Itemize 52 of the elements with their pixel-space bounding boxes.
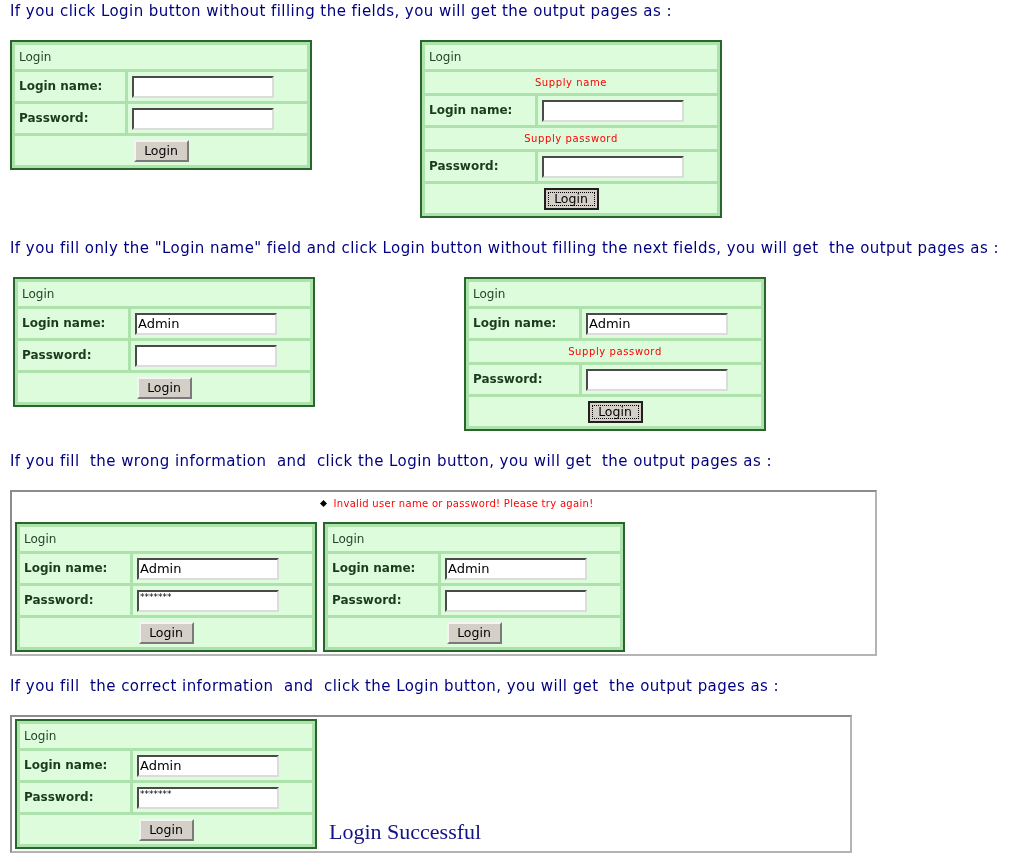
- field-label: Password:: [332, 593, 402, 608]
- input-field[interactable]: Admin: [137, 754, 279, 777]
- field-label: Password:: [429, 159, 499, 174]
- input-field[interactable]: Admin: [586, 312, 728, 335]
- input-field[interactable]: [542, 99, 684, 122]
- field-label: Login name:: [24, 758, 108, 773]
- form-title: Login: [22, 286, 55, 302]
- instruction-text: If you fill the correct information and click the Login button, you will get the output pages as :: [10, 677, 779, 695]
- form-title: Login: [429, 49, 462, 65]
- field-label: Password:: [473, 372, 543, 387]
- login-button[interactable]: Login: [138, 818, 194, 841]
- field-label: Password:: [19, 111, 89, 126]
- field-label: Login name:: [429, 103, 513, 118]
- field-label: Login name:: [24, 561, 108, 576]
- password-field[interactable]: [445, 589, 587, 612]
- form-title: Login: [24, 728, 57, 744]
- error-message: Supply password: [524, 132, 618, 145]
- input-field[interactable]: Admin: [137, 557, 279, 580]
- login-button[interactable]: Login: [587, 400, 643, 423]
- instruction-text: If you fill the wrong information and click the Login button, you will get the output pages as :: [10, 452, 772, 470]
- login-button[interactable]: Login: [138, 621, 194, 644]
- form-title: Login: [24, 531, 57, 547]
- login-button[interactable]: Login: [133, 139, 189, 162]
- login-button[interactable]: Login: [446, 621, 502, 644]
- input-field[interactable]: [132, 75, 274, 98]
- login-button[interactable]: Login: [136, 376, 192, 399]
- error-message: Invalid user name or password! Please try again!: [333, 497, 594, 510]
- password-field[interactable]: [542, 155, 684, 178]
- field-label: Login name:: [22, 316, 106, 331]
- form-title: Login: [332, 531, 365, 547]
- bullet-icon: [319, 500, 327, 507]
- field-label: Password:: [24, 593, 94, 608]
- login-button[interactable]: Login: [543, 187, 599, 210]
- password-field[interactable]: [132, 107, 274, 130]
- password-field[interactable]: *******: [137, 786, 279, 809]
- field-label: Login name:: [332, 561, 416, 576]
- password-field[interactable]: *******: [137, 589, 279, 612]
- password-field[interactable]: [135, 344, 277, 367]
- success-message: Login Successful: [329, 819, 482, 845]
- instruction-text: If you fill only the "Login name" field and click Login button without filling the next fields, you will get the output pages as :: [10, 239, 999, 257]
- instruction-text: If you click Login button without filling the fields, you will get the output pages as :: [10, 2, 672, 20]
- input-field[interactable]: Admin: [445, 557, 587, 580]
- error-message: Supply password: [568, 345, 662, 358]
- field-label: Password:: [22, 348, 92, 363]
- field-label: Login name:: [473, 316, 557, 331]
- error-message: Supply name: [534, 76, 608, 89]
- field-label: Password:: [24, 790, 94, 805]
- field-label: Login name:: [19, 79, 103, 94]
- form-title: Login: [19, 49, 52, 65]
- password-field[interactable]: [586, 368, 728, 391]
- form-title: Login: [473, 286, 506, 302]
- input-field[interactable]: Admin: [135, 312, 277, 335]
